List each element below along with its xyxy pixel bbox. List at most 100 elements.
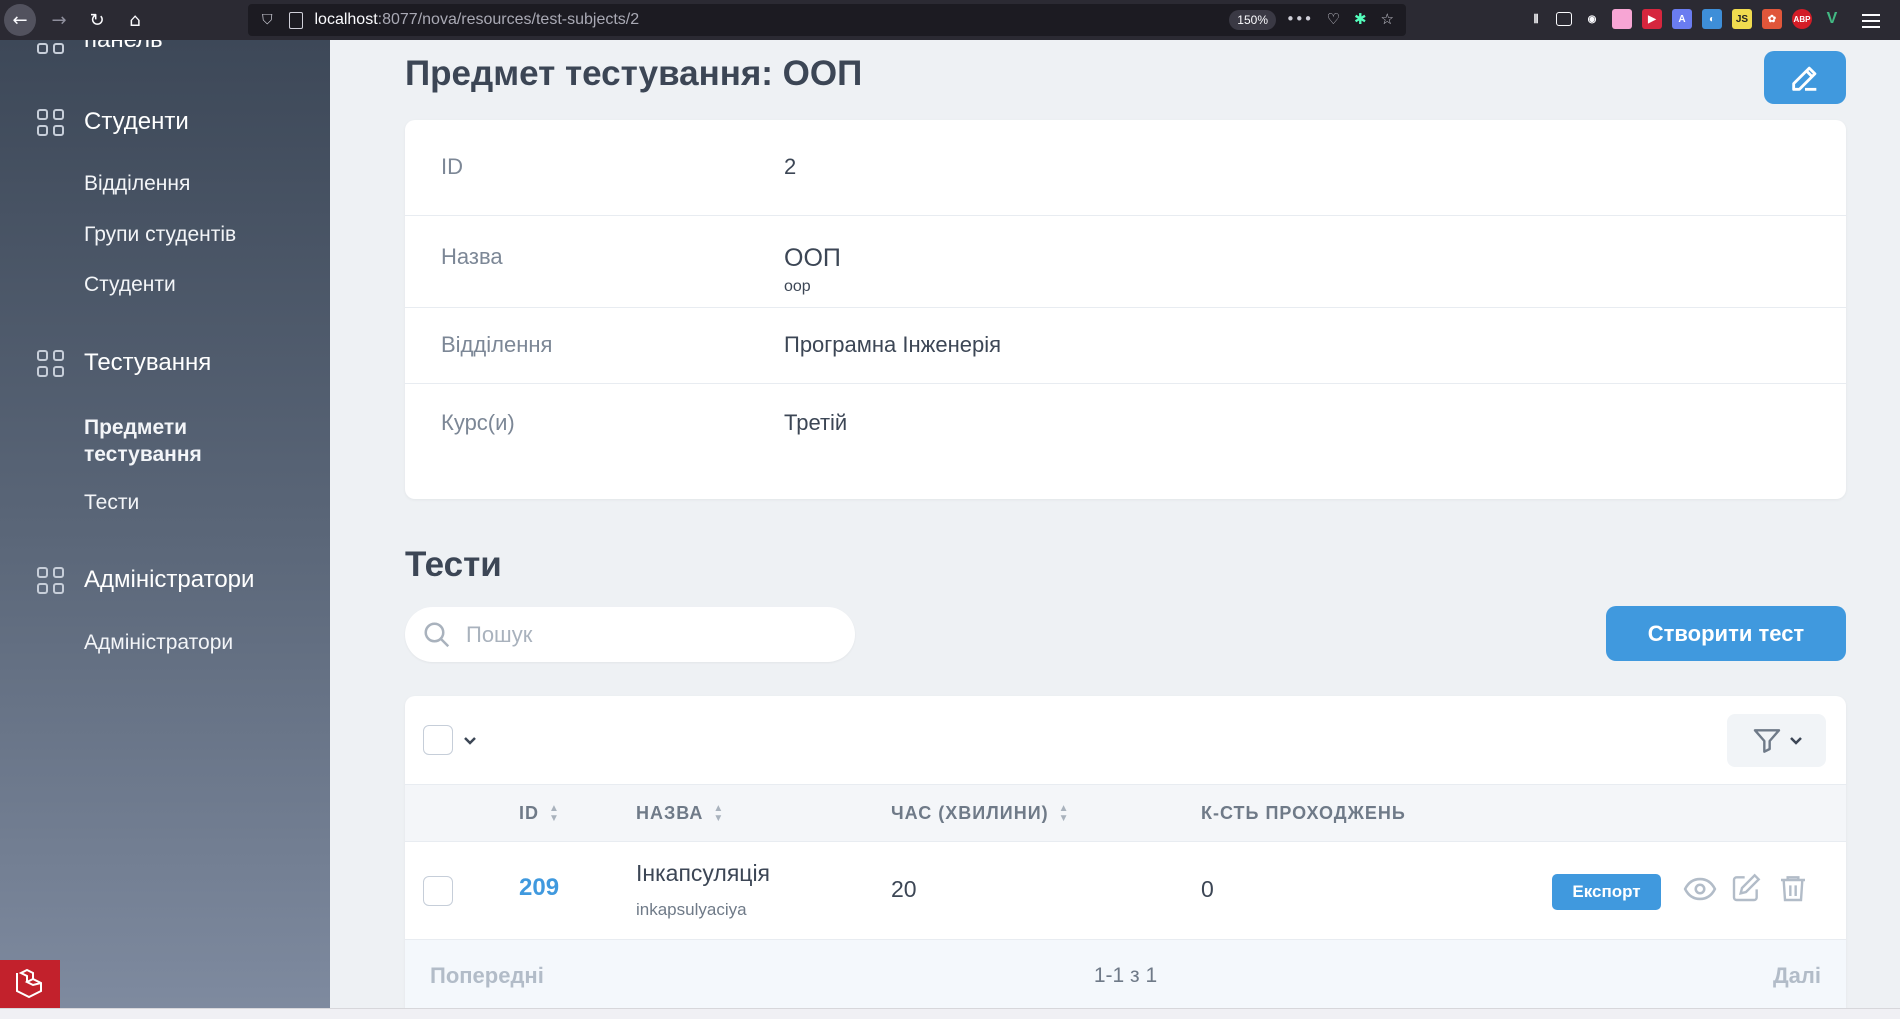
url-bar[interactable]: ⛉ localhost:8077/nova/resources/test-sub… — [248, 4, 1406, 36]
bug-icon[interactable]: ✱ — [1354, 10, 1367, 28]
js-icon[interactable]: JS — [1732, 9, 1752, 29]
filter-button[interactable] — [1727, 714, 1826, 767]
detail-row-id: ID 2 — [405, 120, 1846, 216]
grid-icon — [37, 108, 64, 136]
main-content: Предмет тестування: ООП ID 2 Назва ООП o… — [330, 40, 1900, 1019]
sort-icon: ▲ ▼ — [1058, 802, 1070, 824]
trash-icon[interactable] — [1777, 872, 1809, 904]
detail-subvalue: oop — [784, 278, 811, 295]
detail-value: Третій — [784, 410, 848, 435]
sidebar-group-label: панель — [84, 40, 163, 54]
extension-icons: ⫼ ◉ ▶ A ◐ JS ✿ ABP V — [1526, 9, 1842, 29]
edit-resource-button[interactable] — [1764, 51, 1846, 104]
sidebar-group-label: Тестування — [84, 349, 212, 376]
column-header-name[interactable]: НАЗВА ▲ ▼ — [636, 803, 724, 824]
sidebar-item-test-subjects[interactable]: Предмети тестування — [84, 414, 244, 468]
column-header-time[interactable]: ЧАС (ХВИЛИНИ) ▲ ▼ — [891, 803, 1070, 824]
tests-table-card: ID ▲ ▼ НАЗВА ▲ ▼ ЧАС (ХВИЛИНИ) ▲ ▼ К-СТЬ ПР… — [405, 696, 1846, 1019]
shield-icon: ⛉ — [262, 12, 273, 28]
sidebar-item-students[interactable]: Студенти — [84, 273, 176, 297]
laravel-logo[interactable] — [0, 960, 60, 1008]
chevron-down-icon — [1789, 736, 1802, 745]
export-button[interactable]: Експорт — [1552, 874, 1661, 910]
url-text[interactable]: localhost:8077/nova/resources/test-subje… — [315, 11, 640, 29]
url-host: localhost — [314, 11, 378, 28]
extension-pink-icon[interactable] — [1612, 9, 1632, 29]
detail-value: Програмна Інженерія — [784, 332, 1002, 357]
row-count: 0 — [1201, 876, 1214, 902]
page-icon — [288, 11, 303, 29]
zoom-level[interactable]: 150% — [1229, 10, 1276, 30]
sidebar-item-administrators[interactable]: Адміністратори — [84, 631, 233, 655]
chevron-down-icon[interactable] — [463, 734, 477, 748]
more-icon[interactable]: ••• — [1286, 10, 1313, 28]
detail-value: ООП — [784, 244, 841, 272]
column-header-id[interactable]: ID ▲ ▼ — [519, 803, 560, 824]
eye-icon[interactable] — [1683, 872, 1717, 906]
sidebar-item-tests[interactable]: Тести — [84, 491, 139, 515]
column-label: К-СТЬ ПРОХОДЖЕНЬ — [1201, 803, 1406, 823]
pocket-icon[interactable]: ♡ — [1327, 10, 1340, 28]
edit-icon — [1792, 66, 1817, 91]
row-slug: inkapsulyaciya — [636, 900, 747, 919]
row-checkbox[interactable] — [423, 876, 453, 906]
search-input[interactable] — [466, 621, 826, 648]
filter-icon — [1753, 728, 1780, 753]
menu-icon[interactable] — [1862, 10, 1880, 32]
column-label: ID — [519, 803, 539, 823]
select-all-checkbox[interactable] — [423, 725, 453, 755]
grid-icon — [37, 566, 64, 594]
browser-toolbar: ← → ↻ ⌂ ⛉ localhost:8077/nova/resources/… — [0, 0, 1900, 40]
bookmark-star-icon[interactable]: ☆ — [1381, 10, 1394, 28]
edit-icon[interactable] — [1730, 872, 1762, 904]
row-time: 20 — [891, 876, 917, 902]
sidebar-group-students[interactable]: Студенти — [37, 108, 189, 136]
translate-icon[interactable]: A — [1672, 9, 1692, 29]
abp-icon[interactable]: ABP — [1792, 9, 1812, 29]
sort-icon: ▲ ▼ — [549, 802, 560, 824]
url-path: :8077/nova/resources/test-subjects/2 — [377, 11, 640, 28]
detail-row-name: Назва ООП oop — [405, 216, 1846, 308]
pagination-info: 1-1 з 1 — [1093, 964, 1158, 987]
extension-red-icon[interactable]: ▶ — [1642, 9, 1662, 29]
table-toolbar — [405, 696, 1846, 784]
sidebar-group-testing[interactable]: Тестування — [37, 349, 211, 377]
column-header-count: К-СТЬ ПРОХОДЖЕНЬ — [1201, 803, 1406, 824]
create-test-button[interactable]: Створити тест — [1606, 606, 1846, 661]
column-label: ЧАС (ХВИЛИНИ) — [891, 803, 1049, 823]
sidebar-group-label: Адміністратори — [84, 566, 255, 593]
detail-key: Курс(и) — [441, 410, 515, 435]
grid-icon — [37, 349, 64, 377]
table-row: 209 Інкапсуляція inkapsulyaciya 20 0 Екс… — [405, 842, 1846, 940]
detail-row-courses: Курс(и) Третій — [405, 384, 1846, 499]
sidebar-item-student-groups[interactable]: Групи студентів — [84, 223, 236, 247]
library-icon[interactable]: ⫼ — [1526, 9, 1546, 29]
vue-icon[interactable]: V — [1822, 9, 1842, 29]
sidebar-group-admins[interactable]: Адміністратори — [37, 566, 254, 594]
sort-icon: ▲ ▼ — [713, 802, 725, 824]
laravel-icon — [16, 968, 42, 999]
horizontal-scrollbar[interactable] — [0, 1008, 1900, 1019]
account-icon[interactable]: ◉ — [1582, 9, 1602, 29]
search-field[interactable] — [405, 607, 855, 662]
search-icon — [424, 622, 450, 647]
detail-row-department: Відділення Програмна Інженерія — [405, 308, 1846, 384]
sidebar-icon[interactable] — [1556, 12, 1572, 26]
sidebar-group-dashboard[interactable]: панель — [37, 40, 163, 54]
row-id-link[interactable]: 209 — [519, 874, 559, 902]
sidebar-item-departments[interactable]: Відділення — [84, 172, 190, 196]
next-page-button[interactable]: Далі — [1773, 963, 1821, 989]
column-label: НАЗВА — [636, 803, 704, 823]
detail-key: Відділення — [441, 332, 553, 357]
grid-icon — [37, 40, 64, 54]
sidebar: панель Студенти Відділення Групи студент… — [0, 40, 330, 1019]
gear-ext-icon[interactable]: ✿ — [1762, 9, 1782, 29]
color-picker-icon[interactable]: ◐ — [1702, 9, 1722, 29]
detail-key: Назва — [441, 244, 503, 269]
back-icon[interactable]: ← — [4, 4, 36, 36]
home-icon[interactable]: ⌂ — [120, 5, 150, 35]
reload-icon[interactable]: ↻ — [82, 5, 112, 35]
row-name: Інкапсуляція — [636, 860, 771, 886]
forward-icon[interactable]: → — [44, 5, 74, 35]
sidebar-group-label: Студенти — [84, 108, 189, 135]
